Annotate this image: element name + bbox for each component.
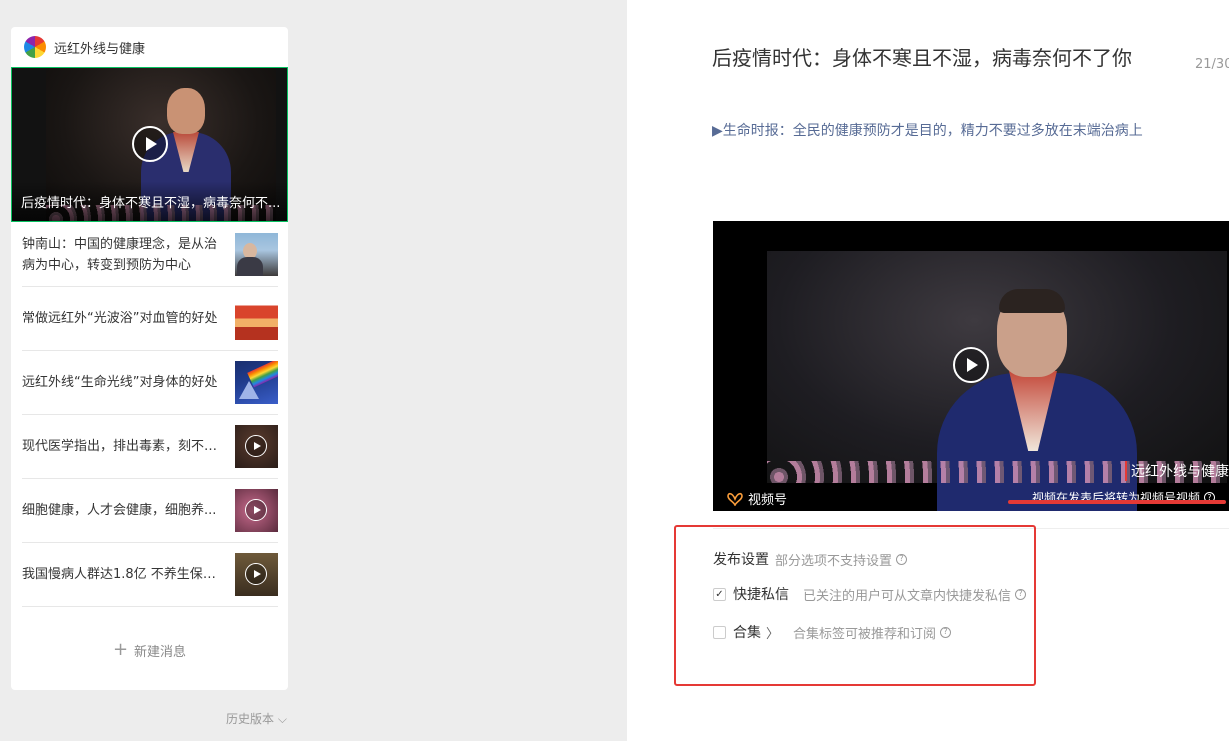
collection-checkbox[interactable] xyxy=(713,625,726,639)
list-item-title: 常做远红外“光波浴”对血管的好处 xyxy=(22,311,218,326)
quick-dm-label: 快捷私信 xyxy=(733,587,789,603)
list-item-title: 细胞健康，人才会健康，细胞养... xyxy=(22,503,217,518)
chevron-right-icon[interactable]: 〉 xyxy=(766,623,779,642)
help-icon[interactable]: ? xyxy=(1015,588,1027,600)
list-item[interactable]: 我国慢病人群达1.8亿 不养生保健... xyxy=(22,543,278,607)
quick-dm-desc: 已关注的用户可从文章内快捷发私信 xyxy=(803,588,1012,604)
list-item[interactable]: 钟南山：中国的健康理念，是从治病为中心，转变到预防为中心 xyxy=(22,223,278,287)
quick-dm-setting: ✓ 快捷私信 已关注的用户可从文章内快捷发私信? xyxy=(713,584,1027,604)
publish-settings-header: 发布设置 部分选项不支持设置? xyxy=(713,549,908,569)
collection-label[interactable]: 合集 xyxy=(733,622,761,642)
prism-rainbow-thumb xyxy=(235,361,278,404)
video-player[interactable]: 远红外线与健康 视频号 视频在发表后将转为视频号视频 ? xyxy=(713,221,1229,511)
video-watermark: 远红外线与健康 xyxy=(1125,461,1229,481)
play-icon xyxy=(245,499,267,521)
account-header: 远红外线与健康 xyxy=(24,36,145,58)
article-title-input[interactable]: 后疫情时代：身体不寒且不湿，病毒奈何不了你 xyxy=(712,45,1162,72)
account-logo-icon xyxy=(24,36,46,58)
sauna-photo-thumb xyxy=(235,297,278,340)
collection-setting: 合集 〉 合集标签可被推荐和订阅? xyxy=(713,622,952,642)
help-icon[interactable]: ? xyxy=(940,626,952,638)
video-thumb xyxy=(235,489,278,532)
list-item-title: 远红外线“生命光线”对身体的好处 xyxy=(22,375,218,390)
cover-article-title: 后疫情时代：身体不寒且不湿，病毒奈何不... xyxy=(12,181,287,221)
speaker-photo-thumb xyxy=(235,233,278,276)
history-label: 历史版本 xyxy=(226,712,275,726)
video-thumb xyxy=(235,553,278,596)
new-message-button[interactable]: + 新建消息 xyxy=(11,639,288,661)
list-item[interactable]: 远红外线“生命光线”对身体的好处 xyxy=(22,351,278,415)
play-icon[interactable] xyxy=(953,347,989,383)
history-version-link[interactable]: 历史版本 ⌵ xyxy=(226,710,287,727)
account-name: 远红外线与健康 xyxy=(54,41,146,57)
title-char-count: 21/30 xyxy=(1195,57,1229,72)
list-item[interactable]: 现代医学指出，排出毒素，刻不容... xyxy=(22,415,278,479)
article-list-panel: 远红外线与健康 后疫情时代：身体不寒且不湿，病毒奈何不... 钟南山：中国的健康… xyxy=(11,27,288,690)
help-icon[interactable]: ? xyxy=(896,553,908,565)
cover-article[interactable]: 后疫情时代：身体不寒且不湿，病毒奈何不... xyxy=(11,67,288,222)
play-icon xyxy=(245,563,267,585)
publish-settings-subtitle: 部分选项不支持设置 xyxy=(775,553,893,569)
red-highlight-underline xyxy=(1008,500,1226,504)
list-item[interactable]: 细胞健康，人才会健康，细胞养... xyxy=(22,479,278,543)
list-item-title: 我国慢病人群达1.8亿 不养生保健... xyxy=(22,567,222,582)
list-item[interactable]: 常做远红外“光波浴”对血管的好处 xyxy=(22,287,278,351)
butterfly-icon xyxy=(727,492,743,506)
video-frame xyxy=(767,251,1227,511)
plus-icon: + xyxy=(112,639,129,660)
new-message-label: 新建消息 xyxy=(134,644,187,660)
article-digest[interactable]: ▶生命时报：全民的健康预防才是目的，精力不要过多放在末端治病上 xyxy=(712,120,1143,140)
quick-dm-checkbox[interactable]: ✓ xyxy=(713,587,726,601)
play-icon xyxy=(132,126,168,162)
collection-desc: 合集标签可被推荐和订阅 xyxy=(793,626,937,642)
publish-settings-title: 发布设置 xyxy=(713,552,769,568)
channels-label: 视频号 xyxy=(748,493,788,508)
chevron-down-icon: ⌵ xyxy=(274,712,287,726)
play-icon xyxy=(245,435,267,457)
list-item-title: 现代医学指出，排出毒素，刻不容... xyxy=(22,439,222,454)
channels-badge: 视频号 xyxy=(727,489,787,508)
video-thumb xyxy=(235,425,278,468)
list-item-title: 钟南山：中国的健康理念，是从治病为中心，转变到预防为中心 xyxy=(22,236,218,273)
